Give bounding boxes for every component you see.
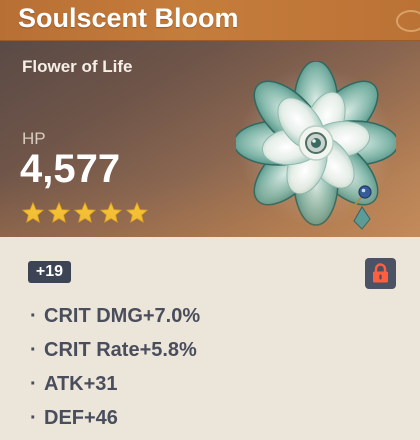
main-stat-label: HP xyxy=(22,129,46,148)
artifact-header: Flower of Life HP 4,577 xyxy=(0,41,420,237)
bullet-dot: · xyxy=(30,305,37,327)
star-icon xyxy=(21,201,45,224)
main-stat-value: 4,577 xyxy=(20,147,121,191)
artifact-detail-card: Soulscent Bloom Flower of Life HP 4,577 xyxy=(0,0,420,440)
title-bar: Soulscent Bloom xyxy=(0,0,420,41)
artifact-type: Flower of Life xyxy=(22,57,133,76)
substat-item: · CRIT Rate+5.8% xyxy=(30,333,200,367)
rarity-stars xyxy=(21,201,149,225)
flower-artifact-icon xyxy=(236,61,396,230)
substat-text: DEF+46 xyxy=(44,407,118,429)
substat-item: · CRIT DMG+7.0% xyxy=(30,299,200,333)
bullet-dot: · xyxy=(30,339,37,361)
substat-text: ATK+31 xyxy=(44,373,118,395)
star-icon xyxy=(99,201,123,224)
substat-text: CRIT Rate+5.8% xyxy=(44,339,197,361)
artifact-name: Soulscent Bloom xyxy=(18,3,239,33)
star-icon xyxy=(125,201,149,224)
title-ornament xyxy=(396,10,420,32)
substat-item: · DEF+46 xyxy=(30,401,200,435)
substat-item: · ATK+31 xyxy=(30,367,200,401)
lock-icon xyxy=(373,263,388,283)
substat-text: CRIT DMG+7.0% xyxy=(44,305,201,327)
star-icon xyxy=(47,201,71,224)
substat-list: · CRIT DMG+7.0% · CRIT Rate+5.8% · ATK+31 ·… xyxy=(30,299,200,435)
star-icon xyxy=(73,201,97,224)
bullet-dot: · xyxy=(30,373,37,395)
artifact-details: +19 · CRIT DMG+7.0% · CRIT Rate+5.8% · ATK+… xyxy=(0,237,420,440)
lock-button[interactable] xyxy=(365,258,396,289)
bullet-dot: · xyxy=(30,407,37,429)
level-badge: +19 xyxy=(28,261,71,283)
